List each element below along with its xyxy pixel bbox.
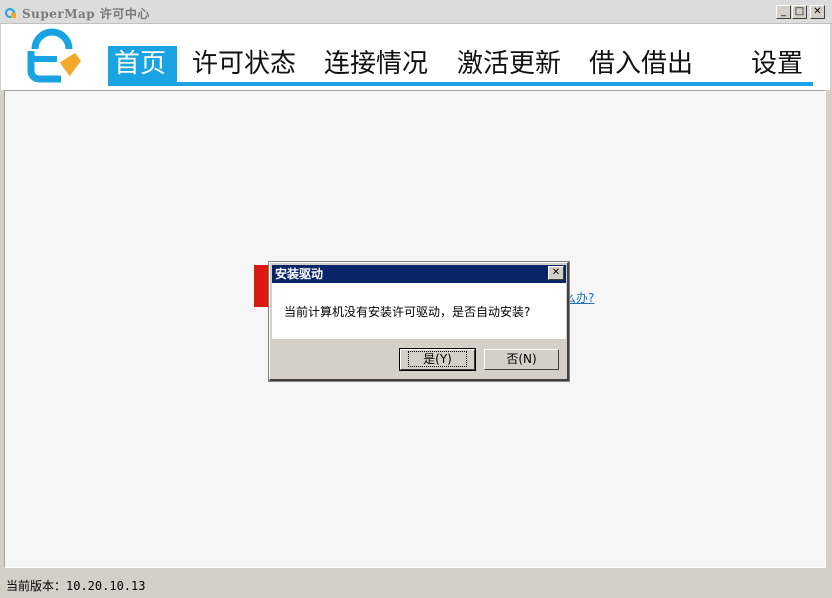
main-window: SuperMap 许可中心 _ □ ✕ 首页 许可状态 连接情况 激活更新 借入… [0,0,832,598]
nav-tab-home[interactable]: 首页 [108,46,177,82]
dialog-close-button[interactable]: ✕ [548,266,564,280]
no-button[interactable]: 否(N) [484,349,559,370]
install-driver-dialog: 安装驱动 ✕ 当前计算机没有安装许可驱动，是否自动安装? 是(Y) 否(N) [269,262,569,381]
minimize-button[interactable]: _ [776,5,791,19]
app-icon [5,8,16,18]
title-bar: SuperMap 许可中心 _ □ ✕ [0,0,832,24]
yes-button[interactable]: 是(Y) [399,348,476,371]
version-label: 当前版本：10.20.10.13 [6,579,146,593]
yes-button-label: 是(Y) [408,351,467,367]
dialog-title: 安装驱动 [272,265,566,283]
dialog-message: 当前计算机没有安装许可驱动，是否自动安装? [284,305,531,319]
maximize-button[interactable]: □ [792,5,807,19]
license-lock-icon [27,28,81,83]
nav-tab-activate-update[interactable]: 激活更新 [451,46,567,82]
nav-tab-license-status[interactable]: 许可状态 [186,46,302,82]
nav-tab-borrow-lend[interactable]: 借入借出 [583,46,699,82]
nav-tab-connections[interactable]: 连接情况 [318,46,434,82]
nav-underline [108,82,813,86]
status-bar: 当前版本：10.20.10.13 [0,572,832,598]
nav-tab-settings[interactable]: 设置 [745,46,809,82]
header: 首页 许可状态 连接情况 激活更新 借入借出 设置 [1,24,830,90]
dialog-body: 当前计算机没有安装许可驱动，是否自动安装? [272,283,566,339]
window-title: SuperMap 许可中心 [22,7,150,21]
close-button[interactable]: ✕ [810,5,825,19]
